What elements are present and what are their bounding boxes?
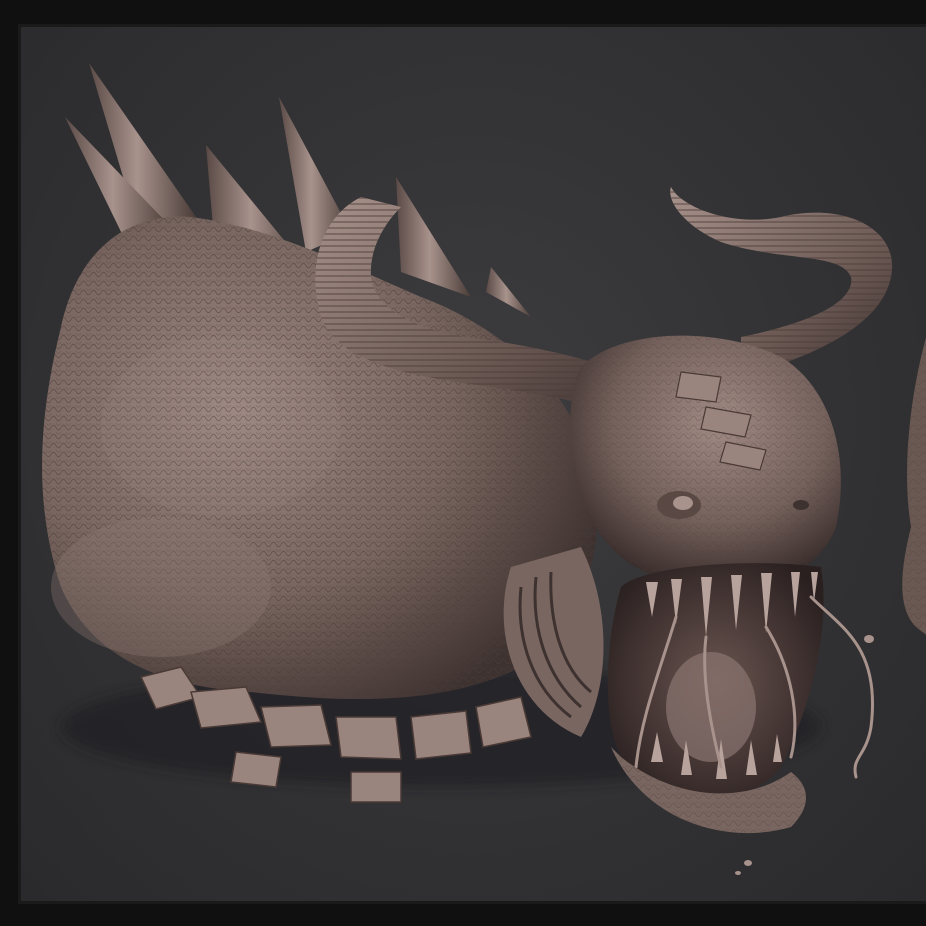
open-mouth <box>607 563 874 800</box>
second-sculpt-partial <box>902 337 926 635</box>
render-viewport <box>18 24 926 904</box>
creature-head <box>570 335 841 587</box>
dragon-sculpt-render <box>42 63 926 875</box>
image-frame <box>0 0 926 926</box>
